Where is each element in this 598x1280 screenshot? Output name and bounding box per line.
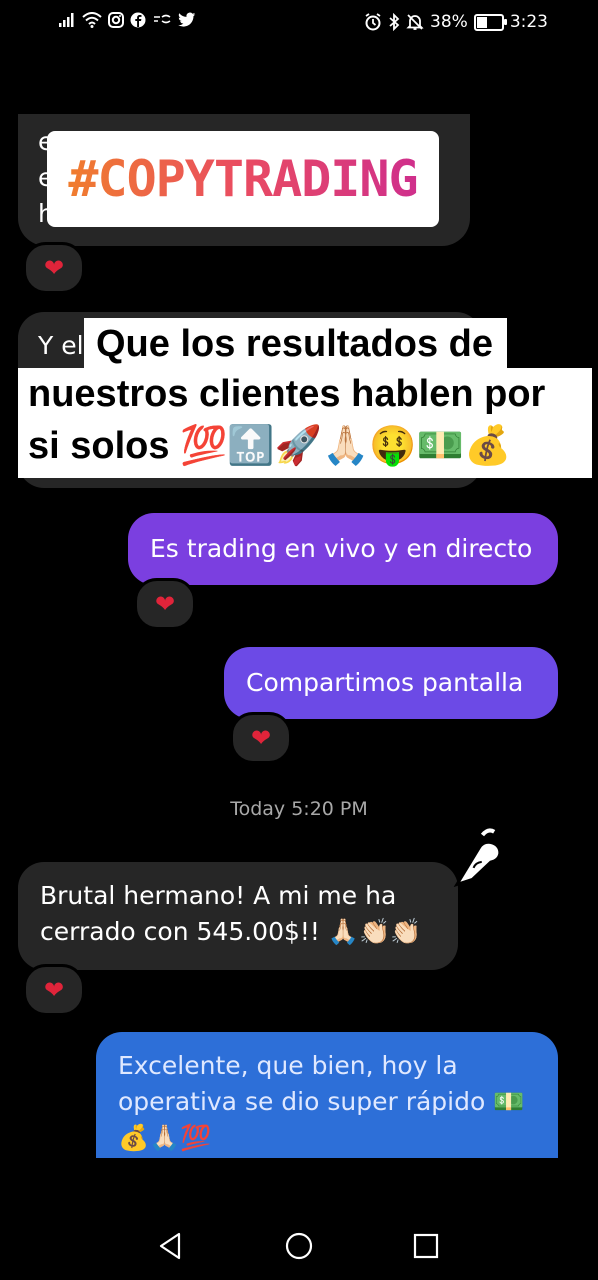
hashtag-sticker: #COPYTRADING [47, 131, 439, 227]
battery-percent: 38% [430, 12, 468, 32]
home-icon[interactable] [281, 1228, 317, 1264]
timestamp: Today 5:20 PM [230, 798, 368, 820]
message-text: Compartimos pantalla [246, 668, 524, 697]
heart-icon: ❤ [43, 254, 65, 282]
app-icon [154, 14, 171, 24]
instagram-icon [108, 12, 124, 28]
message-sent-3[interactable]: Excelente, que bien, hoy la operativa se… [96, 1032, 558, 1158]
message-partial-text: Y el [38, 331, 84, 360]
reaction-heart-5[interactable]: ❤ [23, 964, 85, 1016]
twitter-icon [178, 12, 196, 27]
message-line-2: operativa se dio super rápido 💵 [118, 1087, 525, 1116]
reaction-heart-3[interactable]: ❤ [134, 578, 196, 630]
message-line-1: Excelente, que bien, hoy la [118, 1051, 458, 1080]
message-text: Es trading en vivo y en directo [150, 534, 533, 563]
message-received-2[interactable]: Y el [18, 312, 482, 488]
heart-icon: ❤ [250, 724, 272, 752]
reaction-heart-4[interactable]: ❤ [230, 712, 292, 764]
back-icon[interactable] [152, 1228, 188, 1264]
message-received-3[interactable]: Brutal hermano! A mi me ha cerrado con 5… [18, 862, 458, 970]
wifi-icon [82, 12, 102, 28]
status-left-icons [58, 12, 196, 28]
message-line-2: cerrado con 545.00$!! 🙏🏻👏🏻👏🏻 [40, 917, 422, 946]
battery-icon [473, 13, 507, 31]
reaction-heart-1[interactable]: ❤ [23, 242, 85, 294]
facebook-icon [130, 12, 146, 28]
message-sent-1[interactable]: Es trading en vivo y en directo [128, 513, 558, 585]
recents-icon[interactable] [408, 1228, 444, 1264]
hashtag-text: #COPYTRADING [68, 150, 418, 208]
bluetooth-icon [389, 13, 400, 31]
heart-icon: ❤ [154, 590, 176, 618]
navigation-bar [0, 1210, 598, 1280]
mute-icon [406, 14, 424, 30]
heart-icon: ❤ [43, 976, 65, 1004]
message-line-1: Brutal hermano! A mi me ha [40, 881, 397, 910]
message-line-3: 💰🙏🏻💯 [118, 1123, 212, 1152]
signal-icon [59, 13, 74, 27]
message-sent-2[interactable]: Compartimos pantalla [224, 647, 558, 719]
clock: 3:23 [509, 12, 548, 32]
status-right-icons: 38% 3:23 [364, 12, 548, 32]
status-bar: 38% 3:23 [0, 0, 598, 44]
alarm-icon [365, 13, 381, 31]
